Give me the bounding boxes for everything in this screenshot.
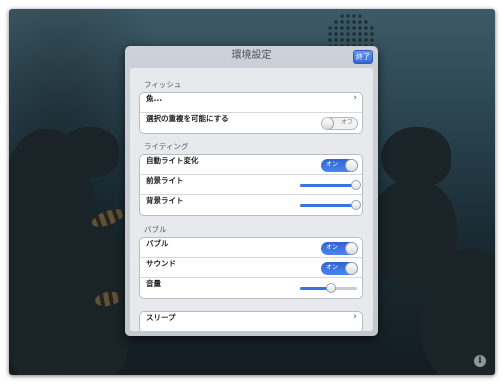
row-label: 前景ライト (146, 176, 184, 185)
row-label: サウンド (146, 259, 176, 268)
slider-thumb[interactable] (326, 283, 337, 293)
row-label: 音量 (146, 279, 161, 288)
bubble-toggle[interactable]: オン (321, 242, 358, 255)
rock-decoration (59, 127, 119, 177)
row-auto-light: 自動ライト変化 オン (140, 155, 362, 175)
section-title-bubble: バブル (144, 225, 167, 234)
row-allow-overlap: 選択の重複を可能にする オフ (140, 113, 362, 133)
group-lighting: 自動ライト変化 オン 前景ライト 背景ライト (139, 154, 363, 216)
slider-thumb[interactable] (350, 180, 361, 190)
chevron-right-icon: › (353, 312, 357, 322)
toggle-knob (345, 262, 358, 275)
row-label: 自動ライト変化 (146, 156, 199, 165)
group-fish: 魚... › 選択の重複を可能にする オフ (139, 92, 363, 134)
sound-toggle[interactable]: オン (321, 262, 358, 275)
info-icon[interactable]: i (474, 355, 486, 367)
slider-fill (300, 184, 356, 187)
row-label: スリープ (146, 313, 176, 322)
row-label: 魚... (146, 94, 163, 103)
group-sleep: スリープ › (139, 311, 363, 331)
toggle-state-label: オン (326, 161, 339, 168)
volume-slider[interactable] (300, 283, 357, 293)
auto-light-toggle[interactable]: オン (321, 159, 358, 172)
rock-decoration (381, 127, 451, 187)
chevron-right-icon: › (353, 93, 357, 103)
row-label: バブル (146, 239, 169, 248)
section-title-lighting: ライティング (144, 142, 189, 151)
toggle-state-label: オン (326, 264, 339, 271)
slider-thumb[interactable] (350, 200, 361, 210)
toggle-knob (345, 159, 358, 172)
row-label: 選択の重複を可能にする (146, 114, 229, 123)
row-front-light: 前景ライト (140, 175, 362, 195)
toggle-state-label: オフ (340, 119, 353, 126)
row-sound: サウンド オン (140, 258, 362, 278)
row-volume: 音量 (140, 278, 362, 298)
done-button[interactable]: 終了 (353, 50, 373, 64)
row-bubble: バブル オン (140, 238, 362, 258)
section-title-fish: フィッシュ (144, 80, 182, 89)
toggle-knob (322, 118, 334, 129)
back-light-slider[interactable] (300, 200, 361, 210)
popover-title: 環境設定 (231, 50, 272, 61)
row-label: 背景ライト (146, 196, 184, 205)
slider-fill (300, 204, 356, 207)
front-light-slider[interactable] (300, 180, 361, 190)
row-fish-select[interactable]: 魚... › (140, 93, 362, 113)
toggle-knob (345, 242, 358, 255)
toggle-state-label: オン (326, 244, 339, 251)
row-sleep[interactable]: スリープ › (140, 312, 362, 331)
allow-overlap-toggle[interactable]: オフ (321, 117, 358, 130)
row-back-light: 背景ライト (140, 195, 362, 215)
settings-popover: 環境設定 終了 フィッシュ 魚... › 選択の重複を可能にする オフ ライティ… (125, 46, 378, 336)
settings-body: フィッシュ 魚... › 選択の重複を可能にする オフ ライティング 自動ライト… (130, 68, 373, 331)
group-bubble: バブル オン サウンド オン 音量 (139, 237, 363, 299)
